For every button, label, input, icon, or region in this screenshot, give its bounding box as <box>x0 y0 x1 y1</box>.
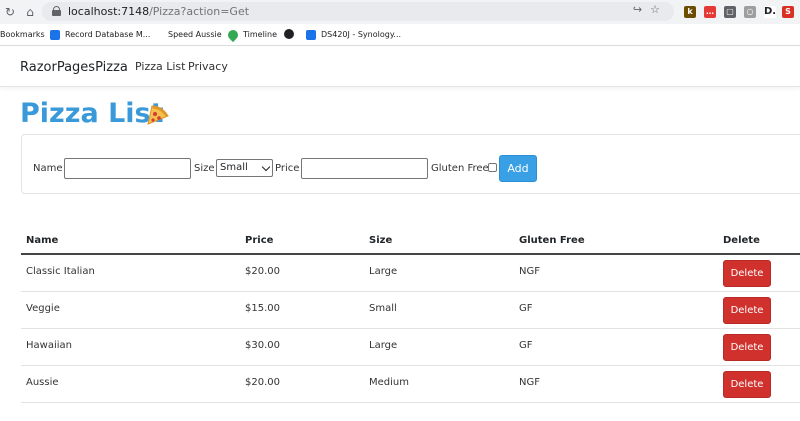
cell-size: Medium <box>369 377 409 388</box>
table-row: Classic Italian $20.00 Large NGF Delete <box>21 255 800 292</box>
bookmark-bookmarks[interactable]: Bookmarks <box>0 29 45 41</box>
bookmark-timeline[interactable]: Timeline <box>225 27 277 43</box>
cell-name: Aussie <box>26 377 59 388</box>
cell-size: Large <box>369 340 398 351</box>
table-row: Hawaiian $30.00 Large GF Delete <box>21 329 800 366</box>
map-pin-icon <box>225 27 241 43</box>
url-text: localhost:7148/Pizza?action=Get <box>68 5 250 18</box>
lock-icon[interactable] <box>52 6 61 16</box>
browser-toolbar: ↻ ⌂ localhost:7148/Pizza?action=Get ↪☆ k… <box>0 0 800 24</box>
add-button[interactable]: Add <box>499 155 537 182</box>
reload-icon[interactable]: ↻ <box>2 4 18 20</box>
header-price: Price <box>245 235 274 246</box>
add-pizza-form: Name Size Small Price Gluten Free Add <box>21 134 800 194</box>
price-label: Price <box>275 163 300 174</box>
extension-circle-icon[interactable]: ○ <box>744 6 756 18</box>
extension-gray-icon[interactable]: ▢ <box>724 6 736 18</box>
cell-gluten: GF <box>519 340 533 351</box>
size-label: Size <box>194 163 215 174</box>
chevron-down-icon <box>261 162 271 172</box>
extension-d-icon[interactable]: D. <box>764 6 776 18</box>
extension-red-icon[interactable]: … <box>704 6 716 18</box>
delete-button[interactable]: Delete <box>723 260 771 287</box>
header-delete: Delete <box>723 235 760 246</box>
delete-button[interactable]: Delete <box>723 371 771 398</box>
navbar-brand[interactable]: RazorPagesPizza <box>20 60 128 75</box>
size-select[interactable]: Small <box>216 159 273 177</box>
cell-name: Classic Italian <box>26 266 95 277</box>
bookmark-record-database[interactable]: Record Database M... <box>50 29 150 41</box>
header-gluten-free: Gluten Free <box>519 235 585 246</box>
table-row: Aussie $20.00 Medium NGF Delete <box>21 366 800 403</box>
page-title: Pizza List <box>20 98 164 129</box>
table-row: Veggie $15.00 Small GF Delete <box>21 292 800 329</box>
globe-icon <box>284 29 294 39</box>
cell-gluten: NGF <box>519 377 540 388</box>
header-name: Name <box>26 235 59 246</box>
bookmarks-bar: Bookmarks Record Database M... Speed Aus… <box>0 24 800 46</box>
nav-link-pizza-list[interactable]: Pizza List <box>135 60 185 73</box>
price-input[interactable] <box>301 158 428 179</box>
cell-size: Large <box>369 266 398 277</box>
home-icon[interactable]: ⌂ <box>22 4 38 20</box>
cell-price: $15.00 <box>245 303 280 314</box>
extension-k-icon[interactable]: k <box>684 6 696 18</box>
database-icon <box>50 30 60 40</box>
synology-icon <box>306 30 316 40</box>
cell-name: Hawaiian <box>26 340 72 351</box>
delete-button[interactable]: Delete <box>723 297 771 324</box>
cell-gluten: GF <box>519 303 533 314</box>
name-input[interactable] <box>64 158 191 179</box>
nav-link-privacy[interactable]: Privacy <box>188 60 228 73</box>
header-size: Size <box>369 235 393 246</box>
extension-s-icon[interactable]: S <box>782 6 794 18</box>
share-star-icons[interactable]: ↪☆ <box>633 3 668 16</box>
cell-size: Small <box>369 303 397 314</box>
name-label: Name <box>33 163 63 174</box>
site-navbar: RazorPagesPizza Pizza List Privacy <box>0 47 800 87</box>
cell-price: $30.00 <box>245 340 280 351</box>
bookmark-ds420j[interactable]: DS420J - Synology... <box>306 29 401 41</box>
cell-gluten: NGF <box>519 266 540 277</box>
pizza-icon <box>147 105 169 125</box>
address-bar[interactable]: localhost:7148/Pizza?action=Get ↪☆ <box>42 2 674 21</box>
bookmark-speed-aussie[interactable]: Speed Aussie <box>168 29 222 41</box>
cell-price: $20.00 <box>245 266 280 277</box>
gluten-free-label: Gluten Free <box>431 163 489 174</box>
gluten-free-checkbox[interactable] <box>488 163 497 172</box>
cell-price: $20.00 <box>245 377 280 388</box>
delete-button[interactable]: Delete <box>723 334 771 361</box>
bookmark-globe[interactable] <box>284 29 299 39</box>
cell-name: Veggie <box>26 303 60 314</box>
